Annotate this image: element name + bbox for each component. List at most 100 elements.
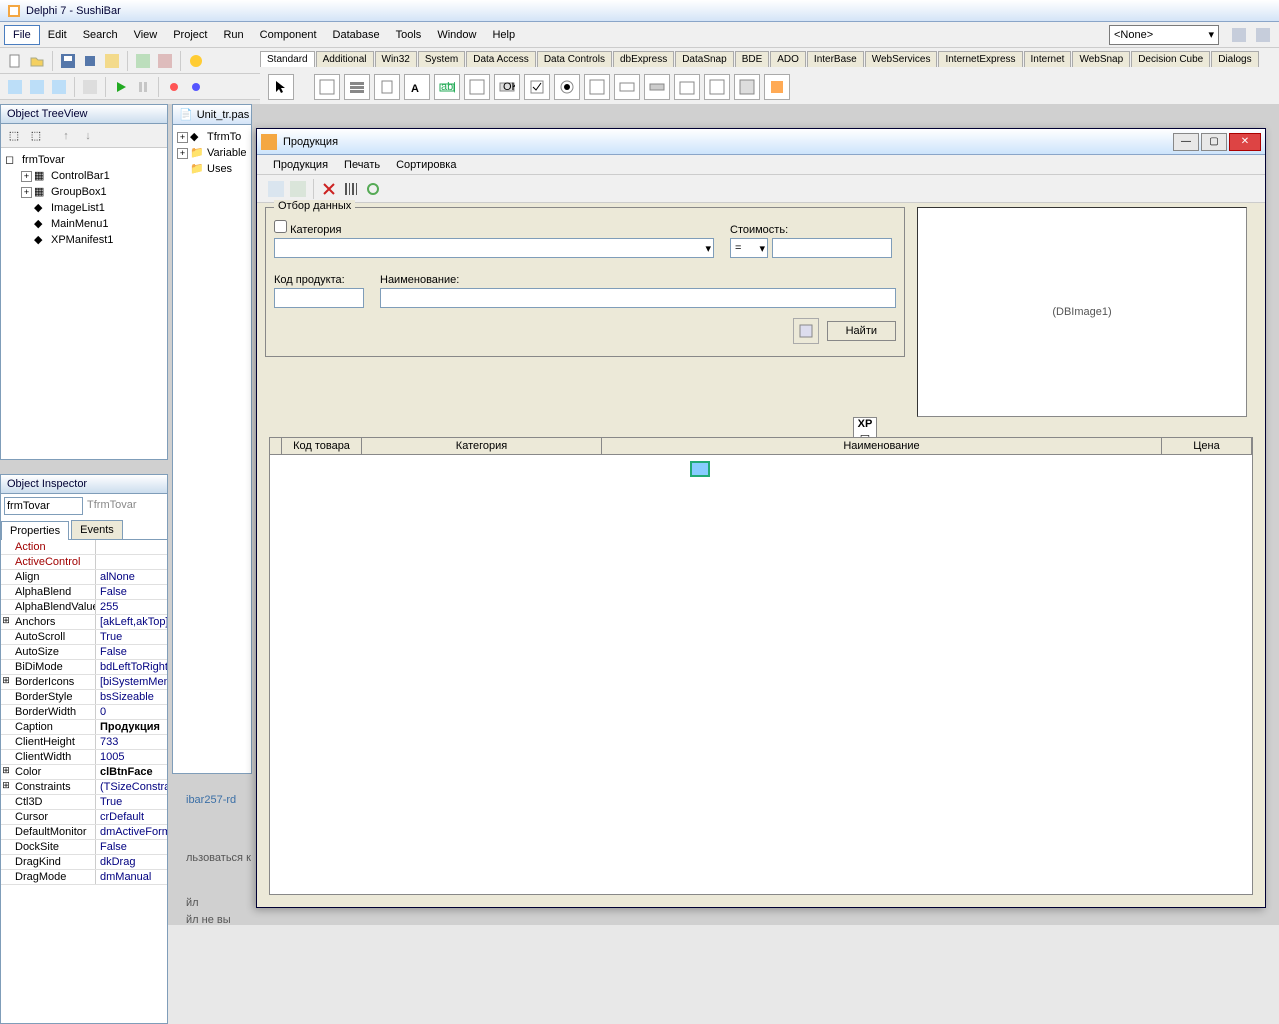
property-value[interactable]: False [96, 585, 167, 599]
button-component-icon[interactable]: OK [494, 74, 520, 100]
property-value[interactable]: dmActiveForm [96, 825, 167, 839]
inspector-tab-events[interactable]: Events [71, 520, 123, 539]
new-form-icon[interactable] [79, 76, 101, 98]
property-row[interactable]: ClientWidth1005 [1, 750, 167, 765]
tree-item[interactable]: ◆XPManifest1 [5, 232, 163, 248]
palette-tab[interactable]: Decision Cube [1131, 51, 1210, 67]
palette-tab[interactable]: Standard [260, 51, 315, 67]
tree-tool-icon[interactable]: ⬚ [25, 125, 47, 147]
palette-tab[interactable]: BDE [735, 51, 770, 67]
frame-component-icon[interactable] [314, 74, 340, 100]
palette-tab[interactable]: WebSnap [1072, 51, 1130, 67]
scrollbar-component-icon[interactable] [644, 74, 670, 100]
open-icon[interactable] [26, 50, 48, 72]
property-row[interactable]: BorderStylebsSizeable [1, 690, 167, 705]
checkbox-component-icon[interactable] [524, 74, 550, 100]
property-value[interactable]: bsSizeable [96, 690, 167, 704]
property-row[interactable]: AlphaBlendFalse [1, 585, 167, 600]
menu-view[interactable]: View [126, 26, 166, 44]
property-row[interactable]: ⊞BorderIcons[biSystemMenu [1, 675, 167, 690]
grid-col-header[interactable]: Цена [1162, 438, 1252, 454]
add-file-icon[interactable] [132, 50, 154, 72]
property-row[interactable]: Ctl3DTrue [1, 795, 167, 810]
listbox-component-icon[interactable] [584, 74, 610, 100]
property-row[interactable]: DragKinddkDrag [1, 855, 167, 870]
open-project-icon[interactable] [101, 50, 123, 72]
grid-col-header[interactable]: Категория [362, 438, 602, 454]
filter-settings-icon[interactable] [793, 318, 819, 344]
property-expand-icon[interactable]: ⊞ [1, 615, 11, 629]
property-expand-icon[interactable]: ⊞ [1, 765, 11, 779]
palette-tab[interactable]: Win32 [375, 51, 417, 67]
inspector-tab-properties[interactable]: Properties [1, 521, 69, 540]
property-value[interactable]: 1005 [96, 750, 167, 764]
tree-item[interactable]: ◆MainMenu1 [5, 216, 163, 232]
menu-edit[interactable]: Edit [40, 26, 75, 44]
menu-component[interactable]: Component [252, 26, 325, 44]
property-value[interactable]: dmManual [96, 870, 167, 884]
category-checkbox[interactable] [274, 220, 287, 233]
palette-tab[interactable]: Data Access [466, 51, 536, 67]
radiobutton-component-icon[interactable] [554, 74, 580, 100]
tree-root[interactable]: ◻ frmTovar [5, 152, 163, 168]
arrow-tool-icon[interactable] [268, 74, 294, 100]
menu-window[interactable]: Window [429, 26, 484, 44]
maximize-button[interactable]: ▢ [1201, 133, 1227, 151]
minimize-button[interactable]: — [1173, 133, 1199, 151]
property-grid[interactable]: ActionActiveControlAlignalNoneAlphaBlend… [1, 540, 167, 885]
property-row[interactable]: ⊞ColorclBtnFace [1, 765, 167, 780]
popupmenu-component-icon[interactable] [374, 74, 400, 100]
toolbar-delete-icon[interactable] [318, 178, 340, 200]
property-value[interactable]: clBtnFace [96, 765, 167, 779]
toolbar-icon[interactable] [1229, 25, 1249, 45]
arrow-up-icon[interactable]: ↑ [55, 125, 77, 147]
menu-help[interactable]: Help [484, 26, 523, 44]
property-row[interactable]: CaptionПродукция [1, 720, 167, 735]
property-row[interactable]: ActiveControl [1, 555, 167, 570]
property-value[interactable]: False [96, 645, 167, 659]
property-value[interactable]: True [96, 795, 167, 809]
property-expand-icon[interactable]: ⊞ [1, 780, 11, 794]
tree-item[interactable]: ◆ImageList1 [5, 200, 163, 216]
palette-tab[interactable]: ADO [770, 51, 806, 67]
groupbox-component-icon[interactable] [674, 74, 700, 100]
property-expand-icon[interactable]: ⊞ [1, 675, 11, 689]
toolbar-add-icon[interactable] [265, 178, 287, 200]
property-row[interactable]: ClientHeight733 [1, 735, 167, 750]
tree-tool-icon[interactable]: ⬚ [3, 125, 25, 147]
property-row[interactable]: BorderWidth0 [1, 705, 167, 720]
menu-database[interactable]: Database [325, 26, 388, 44]
toolbar-refresh-icon[interactable] [362, 178, 384, 200]
edit-component-icon[interactable]: ab| [434, 74, 460, 100]
product-name-input[interactable] [380, 288, 896, 308]
view-unit-icon[interactable] [4, 76, 26, 98]
palette-tab[interactable]: Additional [316, 51, 374, 67]
menu-search[interactable]: Search [75, 26, 126, 44]
form-menu-item[interactable]: Печать [336, 157, 388, 173]
object-name-input[interactable] [4, 497, 83, 515]
help-icon[interactable] [185, 50, 207, 72]
form-menu-item[interactable]: Сортировка [388, 157, 464, 173]
step-icon[interactable] [185, 76, 207, 98]
property-row[interactable]: DragModedmManual [1, 870, 167, 885]
property-row[interactable]: AutoSizeFalse [1, 645, 167, 660]
grid-col-header[interactable]: Код товара [282, 438, 362, 454]
property-value[interactable] [96, 555, 167, 569]
expand-icon[interactable]: + [177, 132, 188, 143]
palette-tab[interactable]: System [418, 51, 465, 67]
expand-icon[interactable]: + [177, 148, 188, 159]
property-value[interactable]: crDefault [96, 810, 167, 824]
cost-input[interactable] [772, 238, 892, 258]
radiogroup-component-icon[interactable] [704, 74, 730, 100]
property-value[interactable]: dkDrag [96, 855, 167, 869]
panel-component-icon[interactable] [734, 74, 760, 100]
trace-icon[interactable] [163, 76, 185, 98]
property-value[interactable]: True [96, 630, 167, 644]
find-button[interactable]: Найти [827, 321, 896, 341]
property-value[interactable]: 255 [96, 600, 167, 614]
toggle-icon[interactable] [48, 76, 70, 98]
mainmenu-component-icon[interactable] [344, 74, 370, 100]
memo-component-icon[interactable] [464, 74, 490, 100]
property-row[interactable]: AutoScrollTrue [1, 630, 167, 645]
label-component-icon[interactable]: A [404, 74, 430, 100]
